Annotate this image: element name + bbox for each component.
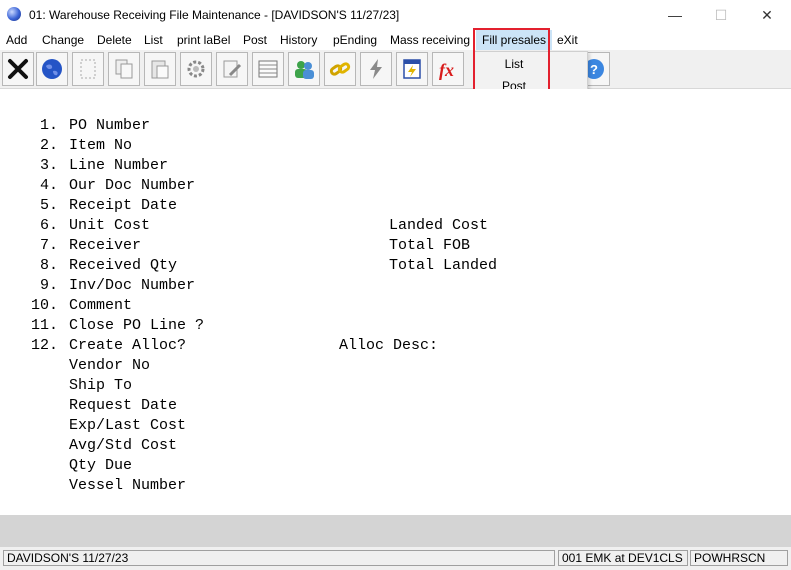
maximize-button[interactable]: ☐ [698, 0, 744, 30]
list-grid-icon[interactable] [252, 52, 284, 86]
paste-icon[interactable] [144, 52, 176, 86]
exit-x-icon[interactable] [2, 52, 34, 86]
svg-text:fx: fx [439, 60, 454, 80]
menu-post[interactable]: Post [243, 33, 267, 47]
status-bar: DAVIDSON'S 11/27/23 001 EMK at DEV1CLS P… [0, 547, 791, 570]
calculator-icon[interactable] [396, 52, 428, 86]
field-num: 10. [31, 297, 59, 314]
menu-change[interactable]: Change [42, 33, 84, 47]
function-fx-icon[interactable]: fx [432, 52, 464, 86]
field-label: Unit Cost [69, 217, 151, 234]
gray-band [0, 515, 791, 547]
field-num: 5. [40, 197, 59, 214]
field-label: Receiver [69, 237, 142, 254]
field-num: 8. [40, 257, 59, 274]
window-title: 01: Warehouse Receiving File Maintenance… [29, 8, 400, 22]
edit-icon[interactable] [216, 52, 248, 86]
field-label: Receipt Date [69, 197, 178, 214]
field-label: Inv/Doc Number [69, 277, 196, 294]
field-label: Received Qty [69, 257, 178, 274]
dropdown-item-list[interactable]: List [475, 57, 553, 71]
menu-pending[interactable]: pEnding [333, 33, 377, 47]
total-landed-label: Total Landed [389, 257, 498, 274]
blank-icon[interactable] [72, 52, 104, 86]
menu-mass-receiving[interactable]: Mass receiving [390, 33, 470, 47]
users-icon[interactable] [288, 52, 320, 86]
field-label: Close PO Line ? [69, 317, 205, 334]
globe-icon[interactable] [36, 52, 68, 86]
menu-list[interactable]: List [144, 33, 163, 47]
status-program: POWHRSCN [690, 550, 788, 566]
field-label: Vessel Number [69, 477, 187, 494]
menu-delete[interactable]: Delete [97, 33, 132, 47]
menu-history[interactable]: History [280, 33, 317, 47]
field-label: Item No [69, 137, 133, 154]
field-num: 1. [40, 117, 59, 134]
field-label: Comment [69, 297, 133, 314]
title-bar: 01: Warehouse Receiving File Maintenance… [0, 0, 791, 30]
status-session: 001 EMK at DEV1CLS [558, 550, 688, 566]
toolbar: fx ? [0, 50, 791, 89]
field-label: Our Doc Number [69, 177, 196, 194]
link-chain-icon[interactable] [324, 52, 356, 86]
field-label: Exp/Last Cost [69, 417, 187, 434]
field-label: Ship To [69, 377, 133, 394]
field-num: 3. [40, 157, 59, 174]
globe-app-icon [7, 7, 21, 21]
alloc-desc-label: Alloc Desc: [339, 337, 439, 354]
lightning-icon[interactable] [360, 52, 392, 86]
field-num: 12. [31, 337, 59, 354]
total-fob-label: Total FOB [389, 237, 471, 254]
menu-print-label[interactable]: print laBel [177, 33, 230, 47]
field-label: Line Number [69, 157, 169, 174]
gear-icon[interactable] [180, 52, 212, 86]
field-num: 7. [40, 237, 59, 254]
field-label: Create Alloc? [69, 337, 187, 354]
minimize-button[interactable]: — [652, 0, 698, 30]
field-num: 6. [40, 217, 59, 234]
field-label: PO Number [69, 117, 151, 134]
menu-exit[interactable]: eXit [557, 33, 578, 47]
field-num: 9. [40, 277, 59, 294]
menu-bar: Add Change Delete List print laBel Post … [0, 30, 791, 50]
status-company: DAVIDSON'S 11/27/23 [3, 550, 555, 566]
close-button[interactable]: ✕ [744, 0, 790, 30]
field-label: Request Date [69, 397, 178, 414]
copy-icon[interactable] [108, 52, 140, 86]
field-label: Avg/Std Cost [69, 437, 178, 454]
field-num: 11. [31, 317, 59, 334]
field-num: 2. [40, 137, 59, 154]
landed-cost-label: Landed Cost [389, 217, 489, 234]
field-label: Qty Due [69, 457, 133, 474]
field-label: Vendor No [69, 357, 151, 374]
field-num: 4. [40, 177, 59, 194]
field-list: 1. PO Number 2. Item No 3. Line Number 4… [0, 89, 791, 515]
menu-add[interactable]: Add [6, 33, 27, 47]
menu-fill-presales[interactable]: Fill presales [476, 30, 553, 50]
svg-text:?: ? [590, 62, 598, 77]
